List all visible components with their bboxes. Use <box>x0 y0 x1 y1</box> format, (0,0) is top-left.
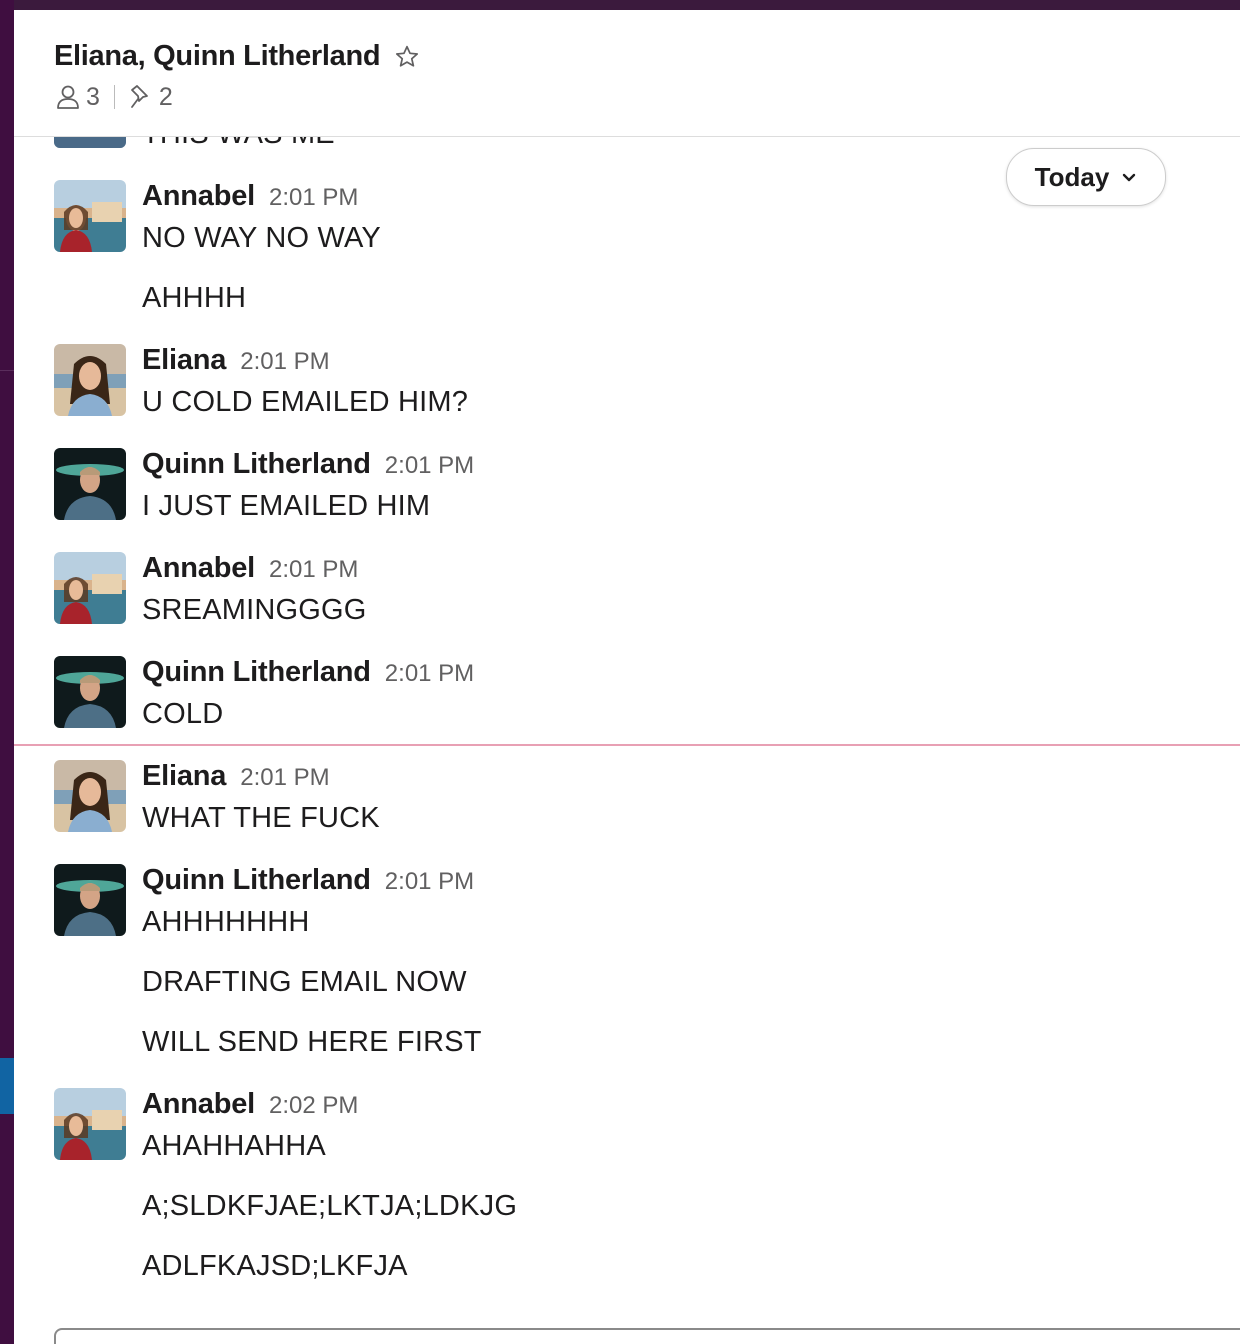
message-text: WILL SEND HERE FIRST <box>142 1026 482 1058</box>
pinned-count[interactable]: 2 <box>159 83 173 112</box>
sidebar-selected-indicator <box>0 1058 14 1114</box>
jump-to-date-label: Today <box>1034 161 1110 192</box>
avatar-quinn-litherland[interactable] <box>54 864 126 936</box>
timestamp[interactable]: 2:02 PM <box>269 1092 358 1119</box>
window-top-bar <box>0 0 1240 10</box>
avatar-annabel[interactable] <box>54 180 126 252</box>
message-text: U COLD EMAILED HIM? <box>142 386 469 418</box>
message-text: NO WAY NO WAY <box>142 222 381 254</box>
avatar-eliana[interactable] <box>54 760 126 832</box>
timestamp[interactable]: 2:01 PM <box>240 348 329 375</box>
timestamp[interactable]: 2:01 PM <box>385 452 474 479</box>
star-icon[interactable] <box>394 44 420 70</box>
pin-icon[interactable] <box>129 84 153 110</box>
member-count[interactable]: 3 <box>86 83 100 112</box>
member-icon[interactable] <box>56 84 80 110</box>
avatar-quinn-litherland[interactable] <box>54 656 126 728</box>
sender-name[interactable]: Quinn Litherland <box>142 656 371 688</box>
chevron-down-icon <box>1123 173 1136 182</box>
message-list[interactable]: THIS WAS ME Annabel2:01 PM NO WAY NO <box>14 10 1240 1344</box>
sender-name[interactable]: Quinn Litherland <box>142 448 371 480</box>
sender-name[interactable]: Quinn Litherland <box>142 864 371 896</box>
message-text: DRAFTING EMAIL NOW <box>142 966 467 998</box>
new-messages-divider <box>14 744 1240 746</box>
message-text: SREAMINGGGG <box>142 594 367 626</box>
jump-to-date-button[interactable]: Today <box>1006 148 1166 206</box>
timestamp[interactable]: 2:01 PM <box>269 556 358 583</box>
sender-name[interactable]: Annabel <box>142 180 255 212</box>
message-text: AHHHHHHH <box>142 906 310 938</box>
sender-name[interactable]: Annabel <box>142 1088 255 1120</box>
message-text: ADLFKAJSD;LKFJA <box>142 1250 408 1282</box>
workspace-sidebar-edge <box>0 0 14 1344</box>
avatar-quinn-litherland[interactable] <box>54 448 126 520</box>
channel-header: Eliana, Quinn Litherland 3 2 <box>14 10 1240 137</box>
timestamp[interactable]: 2:01 PM <box>385 660 474 687</box>
meta-separator <box>113 85 115 109</box>
message-composer[interactable] <box>54 1328 1240 1344</box>
timestamp[interactable]: 2:01 PM <box>240 764 329 791</box>
sender-name[interactable]: Eliana <box>142 760 226 792</box>
message-text: A;SLDKFJAE;LKTJA;LDKJG <box>142 1190 518 1222</box>
avatar-annabel[interactable] <box>54 1088 126 1160</box>
timestamp[interactable]: 2:01 PM <box>269 184 358 211</box>
channel-title[interactable]: Eliana, Quinn Litherland <box>54 40 381 73</box>
message-text: AHAHHAHHA <box>142 1130 326 1162</box>
message-text: AHHHH <box>142 282 247 314</box>
message-text: WHAT THE FUCK <box>142 802 380 834</box>
timestamp[interactable]: 2:01 PM <box>385 868 474 895</box>
sidebar-divider <box>0 370 14 371</box>
conversation-pane: THIS WAS ME Annabel2:01 PM NO WAY NO <box>14 10 1240 1344</box>
avatar-eliana[interactable] <box>54 344 126 416</box>
avatar-annabel[interactable] <box>54 552 126 624</box>
sender-name[interactable]: Annabel <box>142 552 255 584</box>
message-text: COLD <box>142 698 224 730</box>
message-text: I JUST EMAILED HIM <box>142 490 431 522</box>
sender-name[interactable]: Eliana <box>142 344 226 376</box>
channel-meta: 3 2 <box>56 82 173 112</box>
